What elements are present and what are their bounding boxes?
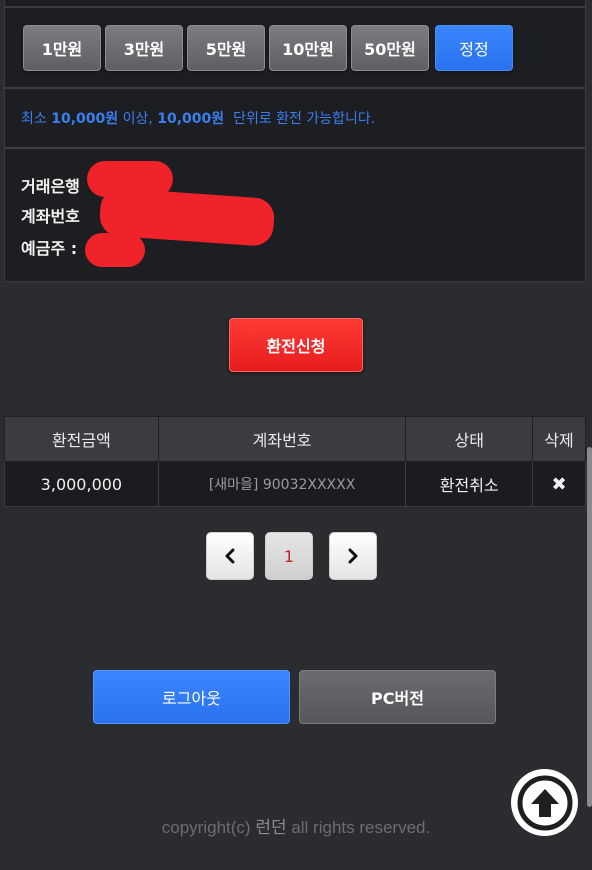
header-amount: 환전금액 bbox=[4, 416, 159, 462]
reset-button[interactable]: 정정 bbox=[435, 25, 513, 71]
amount-100000-button[interactable]: 10만원 bbox=[269, 25, 347, 71]
chevron-left-icon bbox=[225, 548, 235, 564]
info-prefix: 최소 bbox=[21, 111, 47, 127]
cell-amount: 3,000,000 bbox=[4, 461, 159, 507]
account-holder-label: 예금주 : bbox=[21, 239, 78, 258]
header-delete: 삭제 bbox=[532, 416, 586, 462]
table-row: 3,000,000 [새마을] 90032XXXXX 환전취소 ✖ bbox=[4, 461, 586, 507]
next-page-button[interactable] bbox=[329, 532, 377, 580]
amount-30000-button[interactable]: 3만원 bbox=[105, 25, 183, 71]
copyright-brand: 런던 bbox=[255, 818, 287, 837]
header-account: 계좌번호 bbox=[157, 416, 407, 462]
amount-panel: 1만원 3만원 5만원 10만원 50만원 정정 bbox=[4, 0, 586, 88]
amount-500000-button[interactable]: 50만원 bbox=[351, 25, 429, 71]
bank-account-panel: 거래은행 계좌번호 예금주 : bbox=[4, 148, 586, 282]
account-number-label: 계좌번호 bbox=[21, 207, 80, 226]
scroll-to-top-button[interactable] bbox=[511, 769, 578, 836]
cell-account: [새마을] 90032XXXXX bbox=[157, 461, 407, 507]
exchange-info: 최소 10,000원 이상, 10,000원 단위로 환전 가능합니다. bbox=[4, 88, 586, 148]
delete-button[interactable]: ✖ bbox=[532, 461, 586, 507]
info-suffix: 단위로 환전 가능합니다. bbox=[233, 111, 376, 127]
copyright-prefix: copyright(c) bbox=[161, 818, 251, 837]
exchange-apply-button[interactable]: 환전신청 bbox=[229, 318, 363, 372]
copyright-text: copyright(c) 런던 all rights reserved. bbox=[0, 813, 592, 838]
arrow-up-circle-icon bbox=[517, 775, 572, 830]
prev-page-button[interactable] bbox=[206, 532, 254, 580]
close-icon: ✖ bbox=[551, 473, 567, 495]
table-header-row: 환전금액 계좌번호 상태 삭제 bbox=[4, 416, 586, 462]
chevron-right-icon bbox=[348, 548, 358, 564]
info-min-amount: 10,000원 bbox=[51, 111, 119, 127]
amount-10000-button[interactable]: 1만원 bbox=[23, 25, 101, 71]
divider bbox=[5, 6, 585, 8]
copyright-suffix: all rights reserved. bbox=[291, 818, 431, 837]
bank-label: 거래은행 bbox=[21, 177, 80, 196]
cell-status: 환전취소 bbox=[405, 461, 534, 507]
exchange-history-table: 환전금액 계좌번호 상태 삭제 3,000,000 [새마을] 90032XXX… bbox=[4, 416, 586, 507]
amount-50000-button[interactable]: 5만원 bbox=[187, 25, 265, 71]
page-1-button[interactable]: 1 bbox=[265, 532, 313, 580]
scrollbar[interactable] bbox=[587, 447, 592, 807]
logout-button[interactable]: 로그아웃 bbox=[93, 670, 290, 724]
pc-version-button[interactable]: PC버전 bbox=[299, 670, 496, 724]
info-unit-amount: 10,000원 bbox=[157, 111, 225, 127]
header-status: 상태 bbox=[405, 416, 534, 462]
info-mid: 이상, bbox=[122, 111, 153, 127]
redaction-mark bbox=[85, 233, 145, 267]
